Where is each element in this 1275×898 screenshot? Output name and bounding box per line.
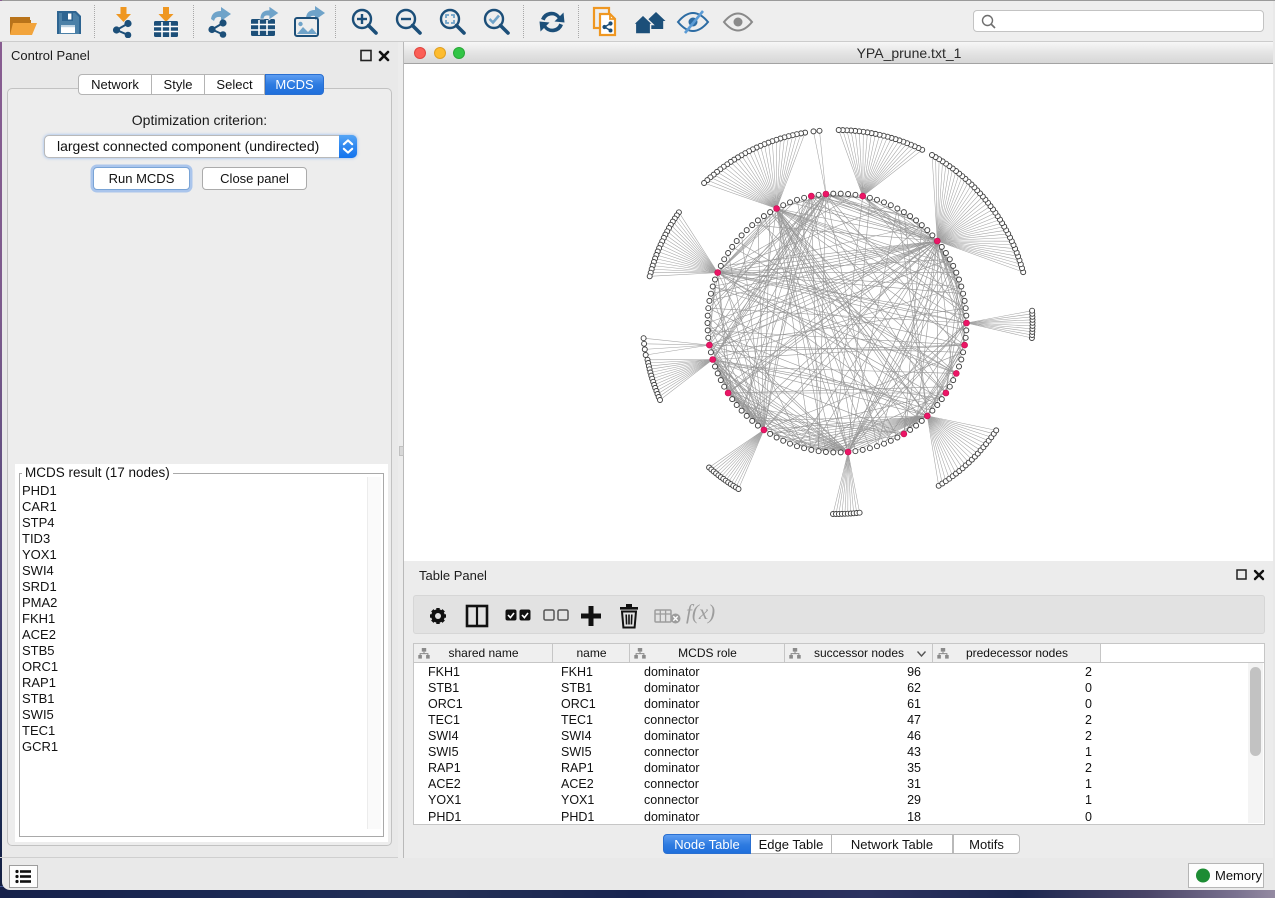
svg-text:Memory: Memory <box>1215 868 1262 883</box>
